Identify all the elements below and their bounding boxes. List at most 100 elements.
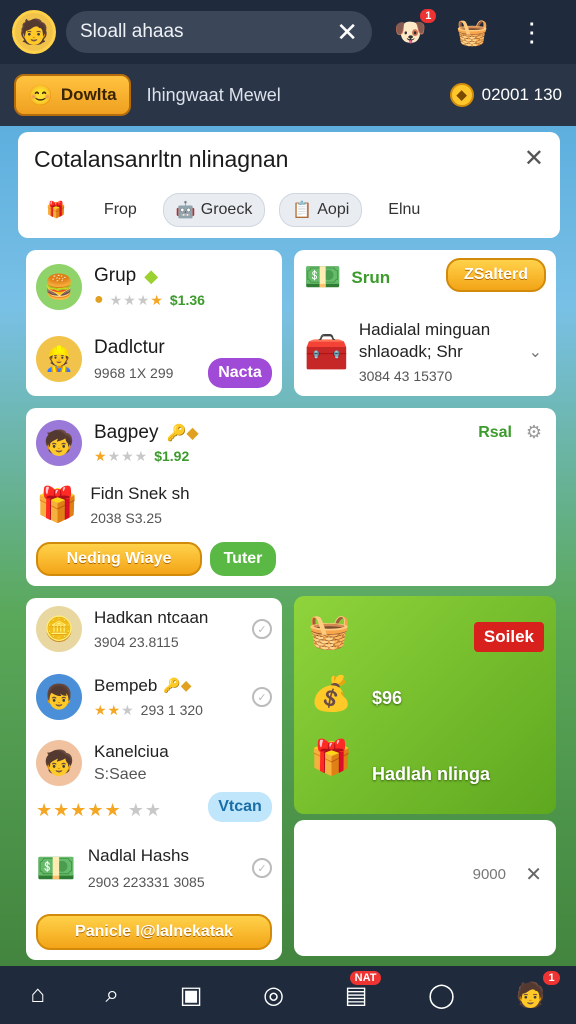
notification-badge: 1: [420, 8, 437, 23]
zsalterd-button[interactable]: ZSalterd: [446, 258, 546, 292]
vtcan-button[interactable]: Vtcan: [208, 792, 272, 822]
tab-gift[interactable]: 🎁: [34, 194, 78, 226]
item-meta: 3084 43 15370: [358, 368, 453, 384]
store-label: Srun: [351, 267, 391, 287]
list-item-meta: 2903 223331 3085: [87, 874, 205, 890]
list-item[interactable]: 👦 Bempeb 🔑◆ ★★★ 293 1 320 ✓: [36, 674, 272, 720]
list-item-meta: 293 1 320: [140, 702, 203, 718]
dialog-close-icon[interactable]: ✕: [524, 144, 544, 173]
kid-avatar-icon: 🧒: [36, 740, 82, 786]
nacta-button[interactable]: Nacta: [208, 358, 272, 388]
tab-frop[interactable]: Frop: [92, 195, 149, 225]
chat-icon[interactable]: ◯: [428, 981, 455, 1010]
coin-button[interactable]: 😊 Dowlta: [14, 74, 131, 116]
compass-icon[interactable]: ◎: [263, 981, 284, 1010]
cash-stack-icon: 💵: [304, 261, 342, 294]
promo-card[interactable]: 🧺 Soilek 💰 $96 🎁 Hadlah nlinga: [294, 596, 556, 814]
tuter-button[interactable]: Tuter: [210, 542, 276, 576]
list-item[interactable]: 🪙 Hadkan ntcaan 3904 23.8115 ✓: [36, 606, 272, 652]
tab-aopi[interactable]: 📋 Aopi: [279, 193, 363, 227]
user-avatar[interactable]: 🧑: [12, 10, 56, 54]
sub-header: 😊 Dowlta Ihingwaat Mewel ◆ 02001 130: [0, 64, 576, 126]
rsal-link[interactable]: Rsal: [478, 424, 512, 442]
shop-basket-icon[interactable]: 🧺: [456, 17, 488, 48]
tab-elnu[interactable]: Elnu: [376, 195, 432, 225]
card-store: 💵 Srun ZSalterd 🧰 Hadialal minguan shlao…: [294, 250, 556, 396]
sub-header-title: Ihingwaat Mewel: [146, 84, 281, 105]
item-list-card: 🪙 Hadkan ntcaan 3904 23.8115 ✓ 👦 Bempeb …: [26, 598, 282, 960]
list-item-meta: 3904 23.8115: [94, 634, 179, 650]
home-icon[interactable]: ⌂: [30, 981, 45, 1009]
cash-stack-icon: 💵: [36, 850, 76, 886]
edit-square-icon[interactable]: ▣: [180, 981, 203, 1010]
search-icon[interactable]: ⌕: [106, 981, 119, 1009]
sub-item-name: Fidn Snek sh: [90, 484, 190, 503]
dialog-title: Cotalansanrltn nlinagnan: [34, 146, 289, 172]
gem-icon: ◆: [144, 265, 159, 286]
promo-caption: Hadlah nlinga: [372, 764, 491, 784]
card-bagpey: 🧒 Bagpey 🔑◆ ★★★★ $1.92 Rsal ⚙ 🎁 Fidn Sne…: [26, 408, 556, 586]
list-item[interactable]: 🧒 Kanelciua S:Saee: [36, 740, 272, 786]
tab-aopi-label: Aopi: [317, 201, 350, 218]
treasure-chest-icon: 🧰: [304, 331, 349, 372]
profile-avatar-icon[interactable]: 🧑 1: [516, 970, 560, 1010]
check-icon[interactable]: ✓: [252, 858, 272, 878]
boy-avatar-icon: 👦: [36, 674, 82, 720]
key-coin-icon: 🔑◆: [166, 424, 199, 442]
key-coin-icon: 🔑◆: [163, 677, 192, 693]
gift-boxes-icon: 🎁: [36, 486, 79, 524]
gift-tag-icon: 🎁: [46, 202, 66, 219]
neding-wiaye-button[interactable]: Neding Wiaye: [36, 542, 202, 576]
list-item-name: Hadkan ntcaan: [94, 608, 209, 627]
character-avatar-icon: 🧒: [36, 420, 82, 466]
empty-card-value: 9000: [472, 866, 506, 883]
rating-stars: ★★★★: [94, 447, 149, 464]
rating-stars: ★★★: [94, 701, 135, 718]
search-text[interactable]: Sloall ahaas: [80, 21, 336, 43]
item-name: Bagpey: [94, 421, 159, 443]
list-item[interactable]: 💵 Nadlal Hashs 2903 223331 3085 ✓: [36, 846, 272, 890]
bottom-nav: ⌂ ⌕ ▣ ◎ ▤ NAT ◯ 🧑 1: [0, 966, 576, 1024]
profile-badge: 1: [543, 970, 560, 985]
clear-search-icon[interactable]: ✕: [336, 17, 358, 48]
more-menu-icon[interactable]: ⋮: [519, 17, 545, 48]
inbox-icon[interactable]: ▤ NAT: [345, 970, 382, 1010]
tab-groeck[interactable]: 🤖 Groeck: [162, 193, 266, 227]
smiley-icon: 😊: [28, 84, 53, 107]
inbox-badge: NAT: [349, 970, 382, 985]
item-sub: shlaoadk; Shr: [358, 342, 463, 361]
balance-display: ◆ 02001 130: [449, 83, 562, 107]
item-name: Grup: [94, 265, 137, 286]
cash-register-icon: 💰: [310, 675, 353, 713]
panicle-button[interactable]: Panicle I@lalnekatak: [36, 914, 272, 950]
rating-stars: ★★★★★ ★★: [36, 800, 162, 820]
item-name: Hadialal minguan: [358, 320, 491, 339]
check-icon[interactable]: ✓: [252, 619, 272, 639]
item-meta: 9968 1X 299: [94, 365, 174, 381]
check-icon[interactable]: ✓: [252, 687, 272, 707]
chevron-down-icon[interactable]: ⌄: [529, 342, 542, 362]
dialog-header: Cotalansanrltn nlinagnan ✕ 🎁 Frop 🤖 Groec…: [18, 132, 560, 238]
promo-amount: $96: [372, 688, 403, 708]
balance-value: 02001 130: [481, 85, 562, 104]
rating-stars: ★★★★: [109, 291, 164, 308]
search-field[interactable]: Sloall ahaas ✕: [66, 11, 372, 53]
robot-icon: 🤖: [175, 202, 196, 219]
builder-avatar-icon: 👷: [36, 336, 82, 382]
gift-coin-icon: 🎁: [310, 739, 353, 777]
mascot-notification-icon[interactable]: 🐶 1: [394, 8, 437, 48]
item-price: $1.36: [169, 292, 205, 308]
list-item-name: Bempeb: [94, 675, 158, 695]
coins-icon: 🪙: [36, 606, 82, 652]
close-icon[interactable]: ✕: [525, 862, 542, 887]
list-item-name: Nadlal Hashs: [87, 846, 189, 865]
sub-item-meta: 2038 S3.25: [90, 510, 162, 526]
empty-card: 9000 ✕: [294, 820, 556, 956]
card-group: 🍔 Grup ◆ ● ★★★★ $1.36 👷 Dadlctur 9968 1X…: [26, 250, 282, 396]
coin-icon: ●: [94, 291, 104, 308]
sale-badge[interactable]: Soilek: [473, 622, 544, 652]
food-basket-icon: 🍔: [36, 264, 82, 310]
settings-gear-icon[interactable]: ⚙: [526, 422, 542, 443]
fruit-basket-icon: 🧺: [308, 613, 351, 651]
top-bar: 🧑 Sloall ahaas ✕ 🐶 1 🧺 ⋮: [0, 0, 576, 64]
